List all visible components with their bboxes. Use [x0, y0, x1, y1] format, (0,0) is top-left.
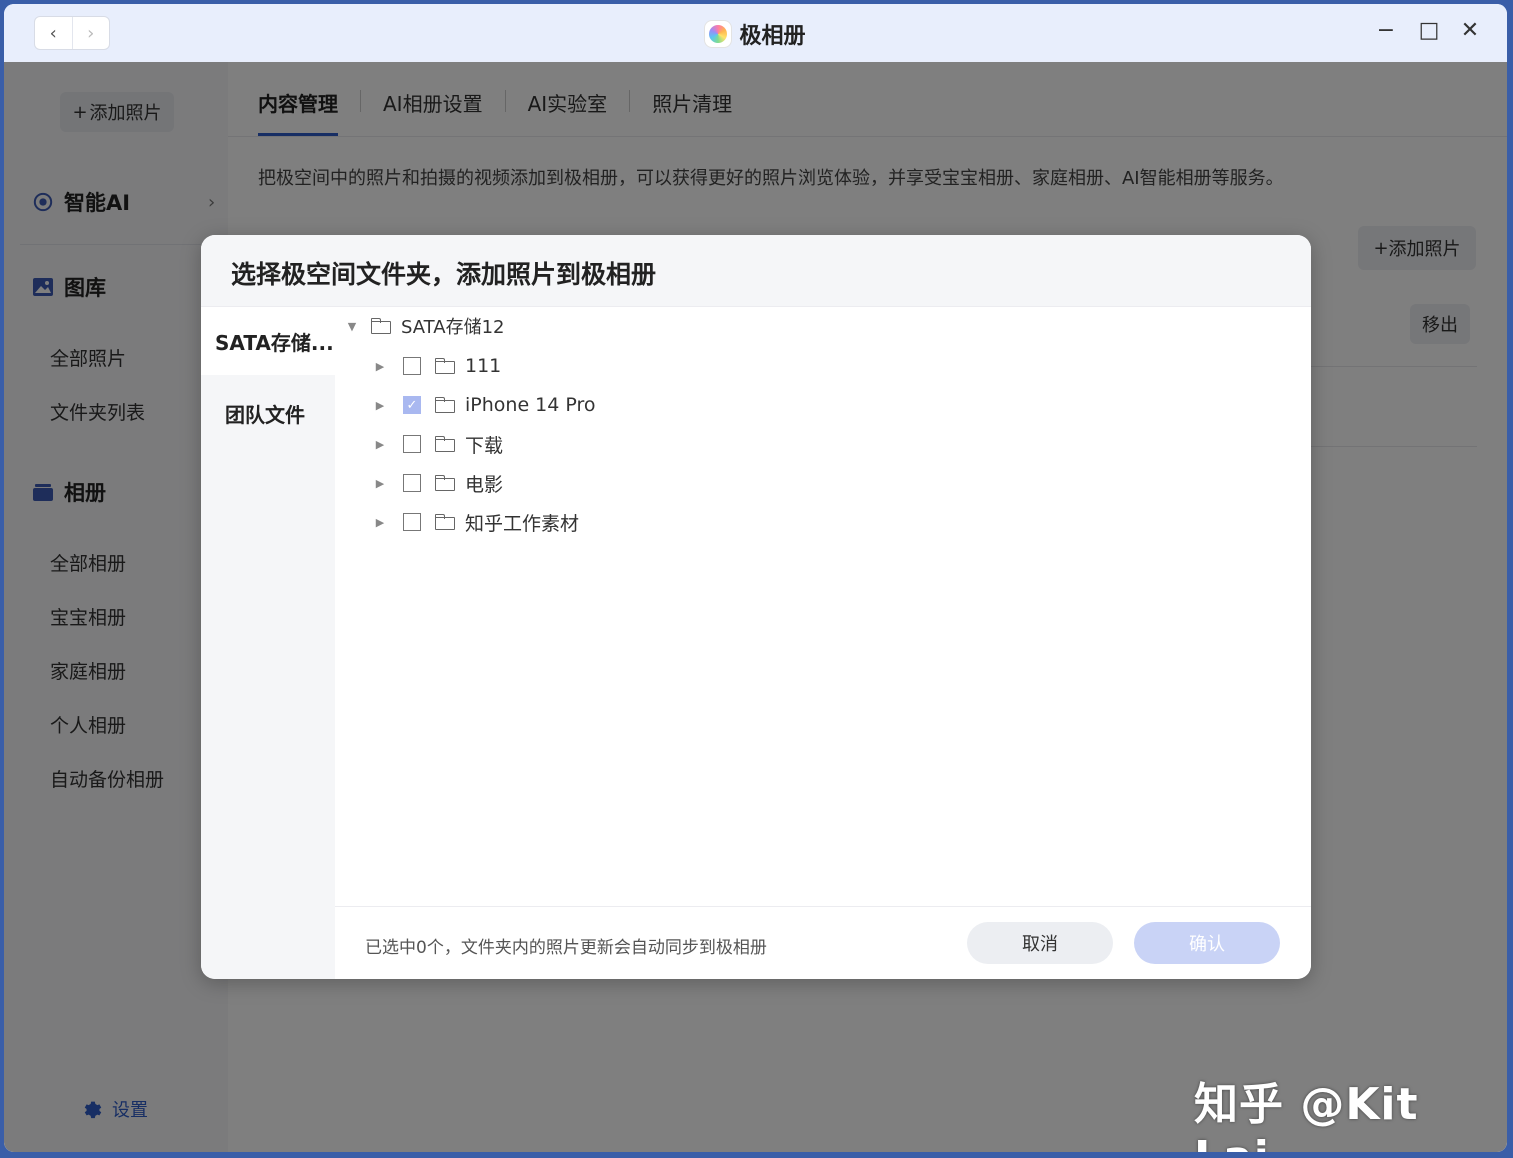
minimize-button[interactable]: −	[1371, 18, 1401, 43]
dialog-header: 选择极空间文件夹，添加照片到极相册	[201, 235, 1311, 307]
caret-down-icon[interactable]: ▼	[345, 320, 359, 333]
watermark: 知乎 @Kit Lai	[1194, 1079, 1419, 1152]
folder-checkbox[interactable]	[403, 357, 421, 375]
folder-icon	[435, 475, 457, 491]
folder-icon	[435, 436, 457, 452]
folder-checkbox[interactable]	[403, 435, 421, 453]
caret-right-icon[interactable]: ▶	[373, 399, 387, 412]
tree-row[interactable]: ▶ 111	[373, 351, 502, 381]
folder-icon	[435, 514, 457, 530]
folder-label: 知乎工作素材	[465, 512, 580, 535]
folder-label: 111	[465, 355, 502, 377]
confirm-button[interactable]: 确认	[1134, 922, 1280, 964]
source-tab-sata[interactable]: SATA存储...	[201, 307, 335, 375]
folder-icon	[371, 318, 393, 334]
folder-icon	[435, 358, 457, 374]
caret-right-icon[interactable]: ▶	[373, 360, 387, 373]
close-button[interactable]: ✕	[1455, 18, 1485, 43]
tree-root-label: SATA存储12	[401, 317, 505, 338]
caret-right-icon[interactable]: ▶	[373, 516, 387, 529]
dialog-title: 选择极空间文件夹，添加照片到极相册	[231, 260, 657, 289]
maximize-button[interactable]: □	[1414, 18, 1444, 43]
title-bar: ‹ › 极相册 − □ ✕	[4, 4, 1507, 63]
tree-root-row[interactable]: ▼ SATA存储12	[345, 311, 505, 341]
folder-checkbox-checked[interactable]: ✓	[403, 396, 421, 414]
tree-row[interactable]: ▶ ✓ iPhone 14 Pro	[373, 390, 596, 420]
folder-label: 电影	[465, 473, 504, 496]
source-tab-label: 团队文件	[225, 402, 305, 427]
tree-row[interactable]: ▶ 下载	[373, 429, 503, 459]
source-tab-label: SATA存储...	[215, 330, 334, 355]
caret-right-icon[interactable]: ▶	[373, 477, 387, 490]
app-title: 极相册	[4, 18, 1507, 50]
app-title-text: 极相册	[739, 24, 806, 49]
app-logo-icon	[705, 21, 732, 47]
folder-label: iPhone 14 Pro	[465, 394, 596, 416]
folder-checkbox[interactable]	[403, 513, 421, 531]
selection-status: 已选中0个，文件夹内的照片更新会自动同步到极相册	[365, 938, 767, 958]
cancel-button[interactable]: 取消	[967, 922, 1113, 964]
source-list: SATA存储... 团队文件	[201, 307, 335, 979]
tree-row[interactable]: ▶ 电影	[373, 468, 503, 498]
dialog-footer: 已选中0个，文件夹内的照片更新会自动同步到极相册 取消 确认	[335, 906, 1311, 979]
folder-select-dialog: 选择极空间文件夹，添加照片到极相册 SATA存储... 团队文件 ▼ SATA存…	[201, 235, 1311, 979]
folder-checkbox[interactable]	[403, 474, 421, 492]
folder-tree: ▼ SATA存储12 ▶ 111 ▶ ✓ iPhone 14 Pro ▶ 下载 …	[335, 307, 1311, 907]
folder-icon	[435, 397, 457, 413]
caret-right-icon[interactable]: ▶	[373, 438, 387, 451]
folder-label: 下载	[465, 434, 504, 457]
source-tab-team-files[interactable]: 团队文件	[201, 379, 335, 447]
tree-row[interactable]: ▶ 知乎工作素材	[373, 507, 579, 537]
